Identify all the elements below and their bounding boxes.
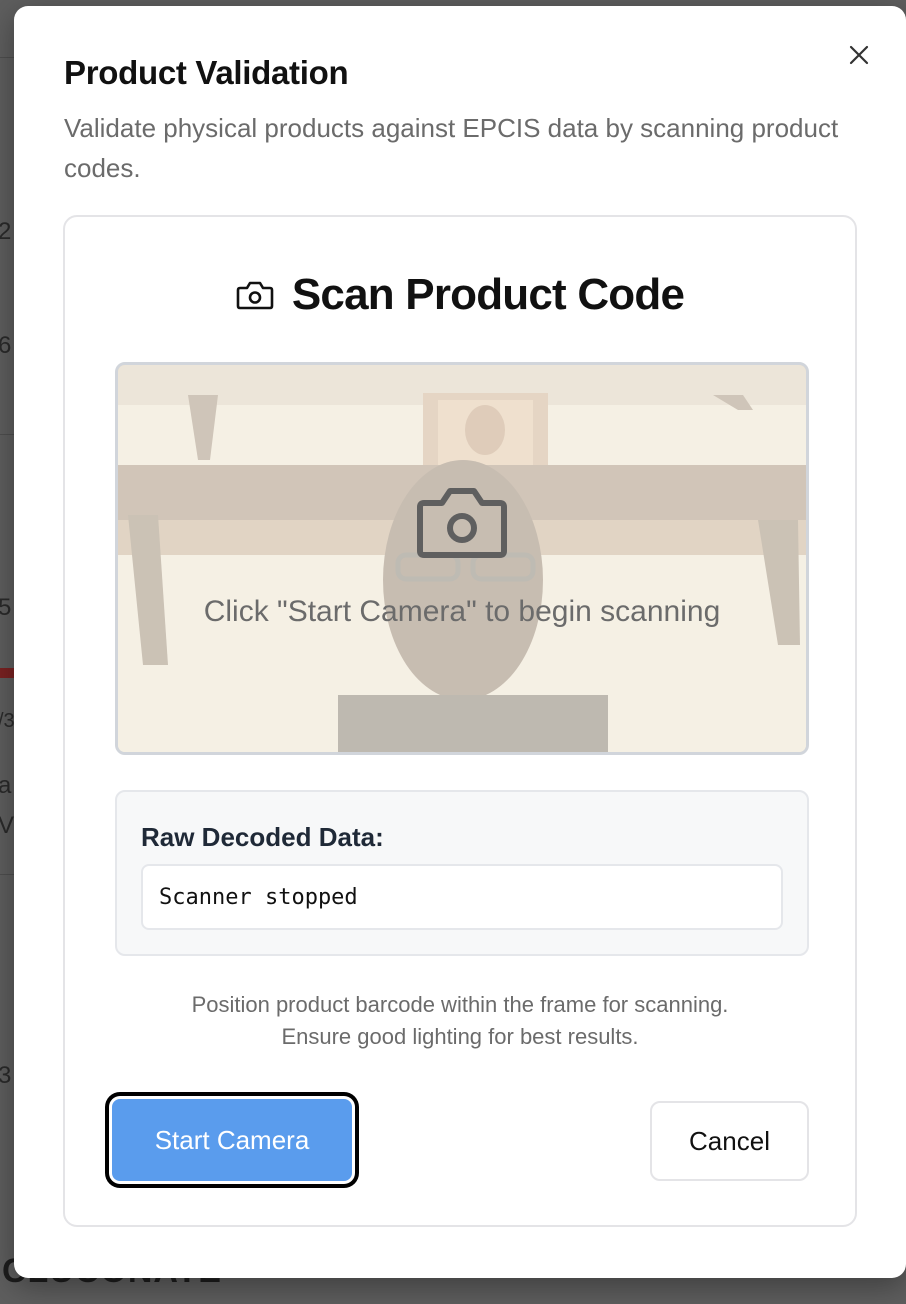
viewport-placeholder-text: Click "Start Camera" to begin scanning <box>203 595 721 628</box>
camera-viewport[interactable]: Click "Start Camera" to begin scanning <box>115 362 809 755</box>
background-text-fragment: 2 <box>0 218 12 245</box>
raw-data-label: Raw Decoded Data: <box>141 822 384 852</box>
camera-icon <box>417 488 507 558</box>
background-divider <box>0 434 14 435</box>
scan-hint-line: Position product barcode within the fram… <box>191 992 729 1017</box>
background-text-fragment: 5 <box>0 594 12 621</box>
product-validation-dialog: Product Validation Validate physical pro… <box>14 6 906 1278</box>
scanner-header: Scan Product Code <box>65 265 855 325</box>
background-text-fragment: V <box>0 812 15 839</box>
scanner-title: Scan Product Code <box>291 270 685 319</box>
background-text-fragment: 3 <box>0 1062 12 1089</box>
background-accent-bar <box>0 668 14 678</box>
background-divider <box>0 874 14 875</box>
start-camera-button[interactable]: Start Camera <box>112 1099 352 1181</box>
camera-icon <box>236 281 274 310</box>
raw-data-panel: Raw Decoded Data: Scanner stopped <box>115 790 809 956</box>
background-text-fragment: /3 <box>0 710 15 732</box>
cancel-button[interactable]: Cancel <box>650 1101 809 1181</box>
scanner-card: Scan Product Code Click "Start Camera" t… <box>63 215 857 1227</box>
close-icon <box>849 45 869 65</box>
dialog-description: Validate physical products against EPCIS… <box>64 113 839 183</box>
scan-hint-line: Ensure good lighting for best results. <box>281 1024 639 1049</box>
raw-data-output[interactable]: Scanner stopped <box>141 864 783 930</box>
background-text-fragment: a <box>0 772 12 799</box>
close-button[interactable] <box>844 40 874 70</box>
background-divider <box>0 57 14 58</box>
viewport-placeholder: Click "Start Camera" to begin scanning <box>118 365 806 752</box>
dialog-title: Product Validation <box>64 54 349 91</box>
background-text-fragment: 6 <box>0 332 12 359</box>
scan-hint: Position product barcode within the fram… <box>65 989 855 1053</box>
